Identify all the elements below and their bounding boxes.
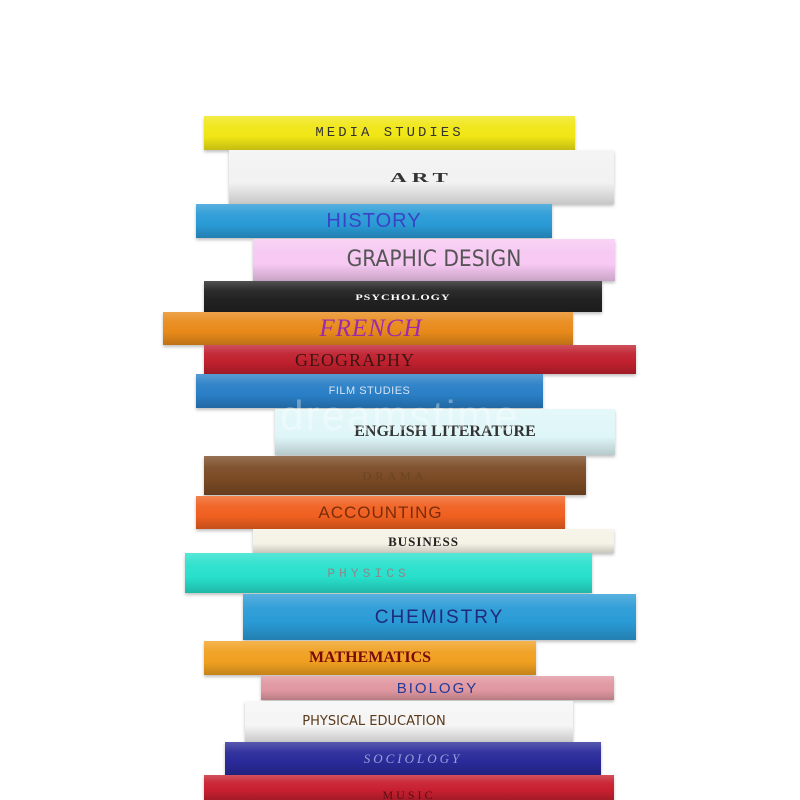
book-label: GRAPHIC DESIGN bbox=[346, 247, 522, 272]
book-label: BIOLOGY bbox=[396, 679, 479, 697]
book-label: ACCOUNTING bbox=[318, 503, 443, 522]
book-music: MUSIC bbox=[204, 775, 614, 800]
book-label: PHYSICS bbox=[327, 565, 410, 581]
book-label: HISTORY bbox=[326, 210, 422, 232]
book-art: ART bbox=[229, 150, 614, 204]
book-label: ART bbox=[390, 169, 453, 185]
book-sociology: SOCIOLOGY bbox=[225, 742, 601, 775]
book-biology: BIOLOGY bbox=[261, 676, 614, 700]
book-label: CHEMISTRY bbox=[374, 606, 505, 628]
book-graphic-design: GRAPHIC DESIGN bbox=[253, 239, 615, 281]
book-chemistry: CHEMISTRY bbox=[243, 594, 636, 640]
book-label: MEDIA STUDIES bbox=[315, 125, 464, 141]
book-history: HISTORY bbox=[196, 204, 552, 238]
book-geography: GEOGRAPHY bbox=[204, 345, 636, 374]
book-label: BUSINESS bbox=[388, 533, 459, 549]
book-french: FRENCH bbox=[163, 312, 573, 345]
book-stack: MEDIA STUDIES ART HISTORY GRAPHIC DESIGN… bbox=[0, 0, 800, 800]
book-accounting: ACCOUNTING bbox=[196, 496, 565, 529]
book-english-literature: ENGLISH LITERATURE bbox=[275, 409, 615, 455]
book-label: FRENCH bbox=[319, 315, 423, 342]
book-label: MATHEMATICS bbox=[308, 649, 432, 666]
book-physical-education: PHYSICAL EDUCATION bbox=[245, 701, 573, 742]
book-business: BUSINESS bbox=[253, 529, 614, 553]
book-label: GEOGRAPHY bbox=[294, 349, 415, 370]
book-label: DRAMA bbox=[362, 468, 428, 483]
book-label: PSYCHOLOGY bbox=[355, 291, 451, 302]
book-label: SOCIOLOGY bbox=[363, 751, 463, 766]
book-mathematics: MATHEMATICS bbox=[204, 641, 536, 675]
book-label: PHYSICAL EDUCATION bbox=[302, 714, 446, 729]
book-film-studies: FILM STUDIES bbox=[196, 374, 543, 408]
book-psychology: PSYCHOLOGY bbox=[204, 281, 602, 312]
book-label: MUSIC bbox=[382, 787, 436, 800]
book-label: FILM STUDIES bbox=[328, 384, 411, 397]
book-drama: DRAMA bbox=[204, 456, 586, 495]
book-media-studies: MEDIA STUDIES bbox=[204, 116, 575, 150]
book-label: ENGLISH LITERATURE bbox=[354, 423, 536, 440]
book-physics: PHYSICS bbox=[185, 553, 592, 593]
